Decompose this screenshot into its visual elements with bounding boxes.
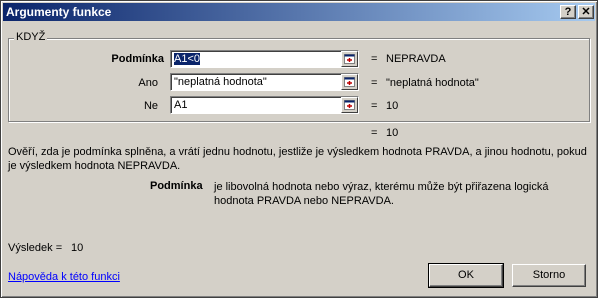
range-select-icon xyxy=(344,54,355,64)
result-label: Výsledek = xyxy=(8,242,63,254)
function-name: KDYŽ xyxy=(14,31,48,43)
equals-sign: = xyxy=(371,53,378,65)
equals-sign: = xyxy=(371,77,378,89)
result-value: 10 xyxy=(71,242,84,254)
arg-label-false: Ne xyxy=(143,100,158,112)
range-select-icon xyxy=(344,100,355,110)
arg-label-true: Ano xyxy=(138,77,158,89)
dialog-title: Argumenty funkce xyxy=(6,5,112,19)
arg-input-condition-text: A1<0 xyxy=(174,53,200,65)
arg-input-true[interactable]: "neplatná hodnota" xyxy=(170,73,359,91)
collapse-dialog-button-false[interactable] xyxy=(341,97,358,113)
argument-help-name: Podmínka xyxy=(150,180,203,192)
help-button[interactable]: ? xyxy=(560,5,576,19)
ok-button[interactable]: OK xyxy=(428,263,504,288)
argument-help-text: je libovolná hodnota nebo výraz, kterému… xyxy=(214,181,549,207)
arg-input-false[interactable]: A1 xyxy=(170,96,359,114)
collapse-dialog-button-true[interactable] xyxy=(341,74,358,90)
range-select-icon xyxy=(344,77,355,87)
arg-label-condition: Podmínka xyxy=(111,53,164,65)
function-description: Ověří, zda je podmínka splněna, a vrátí … xyxy=(8,146,587,172)
close-button[interactable]: ✕ xyxy=(578,5,594,19)
formula-result-equals: = xyxy=(371,127,378,139)
arg-input-condition[interactable]: A1<0 xyxy=(170,50,359,68)
cancel-button[interactable]: Storno xyxy=(512,264,586,287)
arg-result-true: "neplatná hodnota" xyxy=(386,77,479,89)
arg-result-condition: NEPRAVDA xyxy=(386,53,446,65)
function-help-link[interactable]: Nápověda k této funkci xyxy=(8,271,120,283)
formula-result-value: 10 xyxy=(386,127,399,139)
arg-result-false: 10 xyxy=(386,100,399,112)
collapse-dialog-button-condition[interactable] xyxy=(341,51,358,67)
title-bar[interactable]: Argumenty funkce ? ✕ xyxy=(3,3,595,21)
equals-sign: = xyxy=(371,100,378,112)
